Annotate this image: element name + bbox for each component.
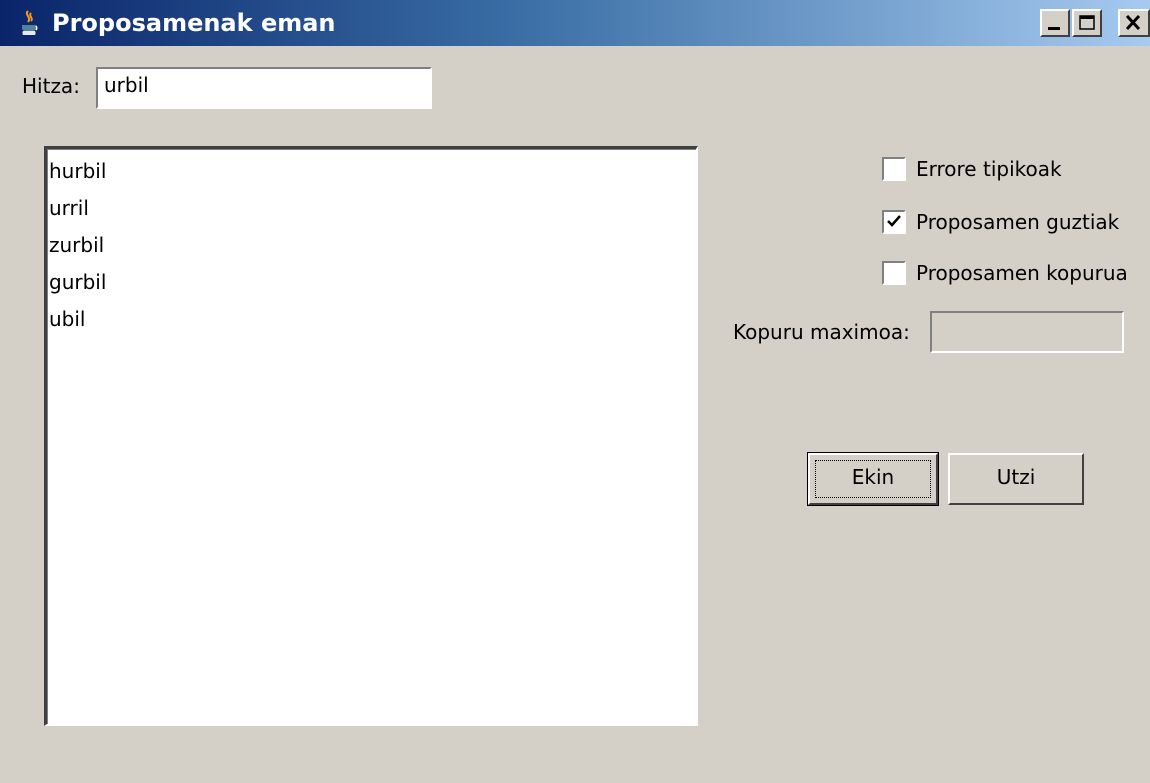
checkmark-icon xyxy=(887,215,901,227)
maximize-button[interactable] xyxy=(1072,9,1102,37)
suggestion-size-checkbox[interactable] xyxy=(882,261,906,285)
max-size-label: Kopuru maximoa: xyxy=(733,320,910,344)
typical-errors-label: Errore tipikoak xyxy=(916,157,1062,181)
suggestions-list[interactable]: hurbil urril zurbil gurbil ubil xyxy=(44,146,698,726)
list-item[interactable]: urril xyxy=(49,194,696,231)
title-bar[interactable]: Proposamenak eman xyxy=(0,0,1150,46)
typical-errors-checkbox[interactable] xyxy=(882,157,906,181)
all-suggestions-checkbox[interactable] xyxy=(882,210,906,234)
cancel-button[interactable]: Utzi xyxy=(948,453,1084,505)
cancel-button-label: Utzi xyxy=(996,465,1036,489)
window-title: Proposamenak eman xyxy=(52,9,336,37)
maximize-icon xyxy=(1079,15,1095,30)
all-suggestions-label: Proposamen guztiak xyxy=(916,210,1120,234)
close-icon xyxy=(1125,14,1141,31)
minimize-button[interactable] xyxy=(1040,9,1070,37)
close-button[interactable] xyxy=(1118,9,1150,37)
list-item[interactable]: gurbil xyxy=(49,268,696,305)
suggestion-size-label: Proposamen kopurua xyxy=(916,261,1128,285)
minimize-icon xyxy=(1048,27,1060,30)
ok-button-label: Ekin xyxy=(851,465,895,489)
list-item[interactable]: hurbil xyxy=(49,157,696,194)
max-size-input[interactable] xyxy=(930,311,1124,353)
word-label: Hitza: xyxy=(22,74,80,98)
java-coffee-icon xyxy=(22,10,38,35)
list-item[interactable]: ubil xyxy=(49,305,696,342)
list-item[interactable]: zurbil xyxy=(49,231,696,268)
ok-button[interactable]: Ekin xyxy=(807,452,939,506)
word-input[interactable]: urbil xyxy=(96,67,432,109)
